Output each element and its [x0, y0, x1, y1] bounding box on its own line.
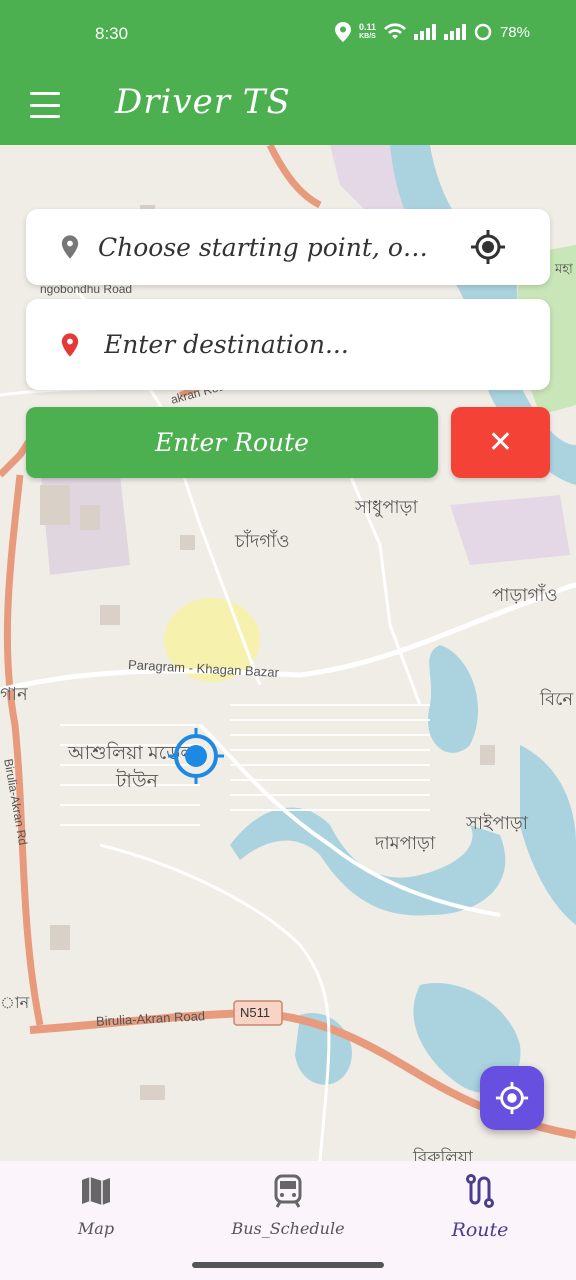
map-label-saipara: সাইপাড়া — [466, 813, 528, 833]
home-indicator[interactable] — [192, 1262, 384, 1268]
start-point-card — [26, 209, 550, 285]
map-label-gan: গান — [0, 684, 28, 704]
map-label-bine: বিনে — [540, 689, 574, 709]
map-label-ashulia-2: টাউন — [116, 771, 159, 792]
status-time: 8:30 — [95, 24, 129, 43]
route-icon — [466, 1174, 494, 1208]
start-point-input[interactable] — [98, 232, 438, 262]
hamburger-menu-icon[interactable] — [30, 90, 60, 120]
nav-item-route[interactable]: Route — [420, 1173, 540, 1241]
nav-item-bus-schedule[interactable]: Bus_Schedule — [228, 1173, 348, 1238]
map-label-chandgaon: চাঁদগাঁও — [235, 531, 290, 551]
clear-route-button[interactable]: ✕ — [451, 407, 550, 478]
nav-label-route: Route — [451, 1219, 509, 1241]
map-label-dampara: দামপাড়া — [375, 833, 436, 853]
crosshair-icon — [495, 1081, 529, 1115]
status-icons: 0.11 KB/S 78% — [334, 22, 530, 42]
battery-icon — [474, 23, 492, 41]
location-status-icon — [334, 22, 351, 42]
map-label-moha: মহা — [555, 261, 573, 276]
map-label-birulia: বিরুলিয়া — [413, 1148, 473, 1161]
signal-icon-1 — [413, 24, 436, 40]
map-icon — [82, 1177, 110, 1205]
destination-input[interactable] — [104, 330, 444, 359]
enter-route-button[interactable]: Enter Route — [26, 407, 438, 478]
nav-item-map[interactable]: Map — [36, 1173, 156, 1238]
nav-label-map: Map — [77, 1219, 115, 1238]
map-label-an: ান — [0, 995, 30, 1012]
map-label-paragaon: পাড়াগাঁও — [492, 585, 558, 605]
wifi-icon — [383, 23, 406, 39]
app-title: Driver TS — [115, 82, 291, 122]
destination-card — [26, 299, 550, 390]
map-view[interactable]: ngobondhu Road akran Road মহা চাঁদগাঁও স… — [0, 145, 576, 1161]
map-label-sadhupara: সাধুপাড়া — [355, 497, 418, 517]
net-speed: 0.11 KB/S — [358, 22, 376, 41]
battery-level: 78% — [499, 23, 530, 41]
app-bar: Driver TS — [0, 72, 576, 145]
my-location-fab[interactable] — [480, 1066, 544, 1130]
map-label-n511: N511 — [240, 1005, 271, 1020]
signal-icon-2 — [443, 24, 466, 40]
status-bar: 8:30 0.11 KB/S 78% — [0, 0, 576, 72]
gps-target-icon[interactable] — [470, 229, 506, 265]
bus-icon — [274, 1174, 302, 1208]
location-pin-red-icon — [61, 332, 79, 357]
map-canvas — [0, 145, 576, 1161]
current-location-marker-icon[interactable] — [168, 728, 224, 784]
nav-label-bus-schedule: Bus_Schedule — [231, 1219, 345, 1238]
location-pin-outline-icon — [61, 235, 79, 259]
